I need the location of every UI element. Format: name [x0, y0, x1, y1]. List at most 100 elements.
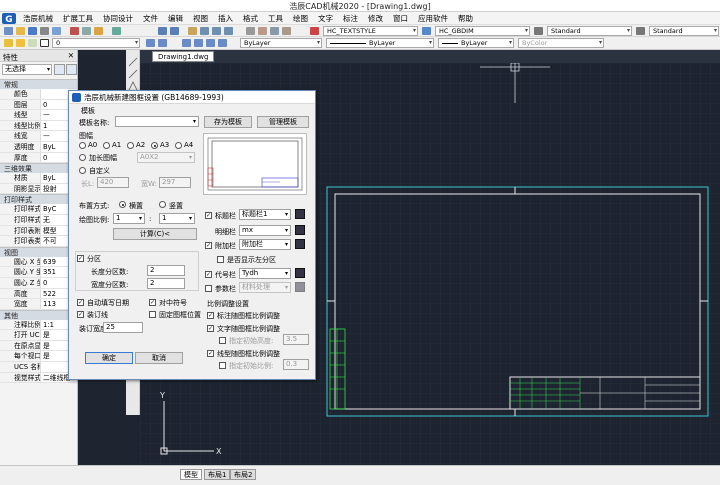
menu-item-6[interactable]: 插入: [213, 13, 238, 24]
property-row[interactable]: 厚度 0: [0, 152, 77, 164]
property-section-header[interactable]: 其他: [0, 309, 77, 320]
property-section-header[interactable]: 常规: [0, 79, 77, 89]
text-style-icon[interactable]: [310, 27, 319, 35]
color-swatch-icon[interactable]: [40, 39, 49, 47]
extended-sheet-radio[interactable]: [79, 154, 86, 161]
property-row[interactable]: 圆心 X 坐标639: [0, 256, 77, 268]
landscape-radio[interactable]: [119, 201, 126, 208]
multileader-style-icon[interactable]: [636, 27, 645, 35]
menu-item-3[interactable]: 文件: [138, 13, 163, 24]
pan-icon[interactable]: [188, 27, 197, 35]
zoom-window-icon[interactable]: [212, 27, 221, 35]
menu-item-12[interactable]: 修改: [363, 13, 388, 24]
linetype-scale-checkbox[interactable]: ✓: [207, 350, 214, 357]
preview-icon[interactable]: [52, 27, 61, 35]
layer-manager-icon[interactable]: [146, 39, 155, 47]
property-row[interactable]: 颜色: [0, 89, 77, 100]
length-input[interactable]: 420: [97, 177, 129, 188]
menu-item-14[interactable]: 应用软件: [413, 13, 453, 24]
menu-item-8[interactable]: 工具: [263, 13, 288, 24]
property-row[interactable]: 圆心 Z 坐标0: [0, 277, 77, 289]
text-style-select[interactable]: HC_TEXTSTYLE ▾: [323, 26, 418, 36]
property-row[interactable]: 打印表类型不可: [0, 236, 77, 247]
menu-item-4[interactable]: 编辑: [163, 13, 188, 24]
save-icon[interactable]: [28, 27, 37, 35]
property-row[interactable]: 视觉样式 二维线框: [0, 372, 77, 384]
extended-sheet-select[interactable]: A0X2 ▾: [137, 152, 195, 163]
text-height-input[interactable]: 3.5: [283, 334, 309, 345]
property-row[interactable]: 打开 UCS...是: [0, 330, 77, 341]
sun-icon[interactable]: [16, 39, 25, 47]
select-objects-icon[interactable]: [66, 64, 77, 75]
table-style-select[interactable]: Standard ▾: [547, 26, 632, 36]
document-tab[interactable]: Drawing1.dwg: [152, 51, 215, 62]
menu-item-13[interactable]: 窗口: [388, 13, 413, 24]
property-row[interactable]: 打印表附...模型: [0, 225, 77, 237]
manage-template-button[interactable]: 管理模板: [257, 116, 309, 128]
sheet-radio-a1[interactable]: [103, 142, 110, 149]
property-row[interactable]: UCS 名称: [0, 362, 77, 373]
layer-iso-icon[interactable]: [194, 39, 203, 47]
selection-select[interactable]: 无选择 ▾: [2, 64, 52, 75]
template-name-select[interactable]: ▾: [115, 116, 199, 127]
scale-denominator-select[interactable]: 1 ▾: [159, 213, 195, 224]
property-row[interactable]: 材质 ByL: [0, 173, 77, 184]
code-block-select[interactable]: Tydh ▾: [239, 268, 291, 279]
quick-select-icon[interactable]: [54, 64, 65, 75]
binding-line-checkbox[interactable]: ✓: [77, 311, 84, 318]
table-style-icon[interactable]: [534, 27, 543, 35]
undo-icon[interactable]: [158, 27, 167, 35]
match-prop-icon[interactable]: [112, 27, 121, 35]
layout-tab-0[interactable]: 模型: [180, 469, 202, 480]
sheet-radio-a0[interactable]: [79, 142, 86, 149]
dim-scale-checkbox[interactable]: ✓: [207, 312, 214, 319]
show-left-partition-checkbox[interactable]: [217, 256, 224, 263]
color-select[interactable]: ByLayer ▾: [240, 38, 322, 48]
cancel-button[interactable]: 取消: [135, 352, 183, 364]
center-mark-checkbox[interactable]: ✓: [149, 299, 156, 306]
properties-icon[interactable]: [246, 27, 255, 35]
menu-item-2[interactable]: 协同设计: [98, 13, 138, 24]
lock-icon[interactable]: [28, 39, 37, 47]
property-row[interactable]: 圆心 Y 坐标351: [0, 267, 77, 278]
code-block-checkbox[interactable]: ✓: [205, 271, 212, 278]
copy-icon[interactable]: [82, 27, 91, 35]
menu-item-5[interactable]: 视图: [188, 13, 213, 24]
menu-item-0[interactable]: 浩辰机械: [18, 13, 58, 24]
menu-item-9[interactable]: 绘图: [288, 13, 313, 24]
length-parts-input[interactable]: 2: [147, 265, 185, 276]
linetype-ratio-input[interactable]: 0.3: [283, 359, 309, 370]
property-row[interactable]: 注释比例 1:1: [0, 319, 77, 331]
menu-item-7[interactable]: 格式: [238, 13, 263, 24]
layer-select[interactable]: 0 ▾: [52, 38, 140, 48]
extra-block-pick-icon[interactable]: [295, 239, 305, 249]
dim-style-select[interactable]: HC_GBDIM ▾: [435, 26, 530, 36]
layer-state-icon[interactable]: [182, 39, 191, 47]
menu-item-15[interactable]: 帮助: [453, 13, 478, 24]
detail-pick-icon[interactable]: [295, 225, 305, 235]
layout-tab-1[interactable]: 布局1: [204, 469, 231, 480]
property-section-header[interactable]: 三维效果: [0, 163, 77, 174]
param-block-select[interactable]: 材料处理 ▾: [239, 282, 291, 293]
fixed-frame-checkbox[interactable]: [149, 311, 156, 318]
property-section-header[interactable]: 视图: [0, 246, 77, 257]
property-row[interactable]: 在原点显...是: [0, 340, 77, 352]
extra-block-select[interactable]: 附加栏 ▾: [239, 239, 291, 250]
multileader-style-select[interactable]: Standard ▾: [649, 26, 719, 36]
save-template-button[interactable]: 存为模板: [204, 116, 252, 128]
detail-select[interactable]: mx ▾: [239, 225, 291, 236]
text-height-checkbox[interactable]: [219, 337, 226, 344]
property-row[interactable]: 高度 522: [0, 288, 77, 300]
title-block-select[interactable]: 标题栏1 ▾: [239, 209, 291, 220]
sheet-radio-a4[interactable]: [175, 142, 182, 149]
layer-off-icon[interactable]: [218, 39, 227, 47]
property-row[interactable]: 宽度 113: [0, 299, 77, 310]
property-row[interactable]: 图层 0: [0, 99, 77, 111]
property-row[interactable]: 打印样式表无: [0, 214, 77, 226]
partition-checkbox[interactable]: ✓: [77, 255, 84, 262]
title-block-checkbox[interactable]: ✓: [205, 212, 212, 219]
linetype-ratio-checkbox[interactable]: [219, 362, 226, 369]
zoom-previous-icon[interactable]: [224, 27, 233, 35]
close-icon[interactable]: ✕: [68, 51, 74, 60]
design-center-icon[interactable]: [258, 27, 267, 35]
